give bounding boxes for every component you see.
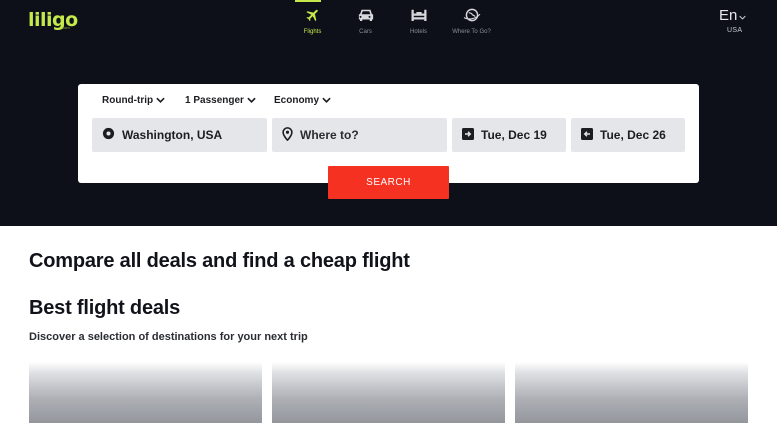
main-nav: Flights Cars Hotels Where To Go? xyxy=(286,0,498,40)
nav-flights[interactable]: Flights xyxy=(286,0,339,40)
nav-where-to-go[interactable]: Where To Go? xyxy=(445,0,498,40)
chevron-down-icon xyxy=(156,95,165,106)
depart-calendar-icon xyxy=(462,127,474,143)
nav-label: Cars xyxy=(359,29,372,35)
plane-icon xyxy=(303,6,323,24)
search-card: Round-trip 1 Passenger Economy Washingto… xyxy=(78,84,699,199)
cabin-dropdown[interactable]: Economy xyxy=(274,95,331,106)
cabin-label: Economy xyxy=(274,95,320,106)
passengers-dropdown[interactable]: 1 Passenger xyxy=(185,95,256,106)
region-label: USA xyxy=(727,27,743,34)
deal-card[interactable] xyxy=(29,362,262,423)
nav-label: Where To Go? xyxy=(452,29,491,35)
deals-title: Best flight deals xyxy=(29,297,181,319)
destination-field[interactable]: Where to? xyxy=(272,118,447,152)
origin-dot-icon xyxy=(102,127,115,143)
location-pin-icon xyxy=(282,126,293,144)
nav-cars[interactable]: Cars xyxy=(339,0,392,40)
chevron-down-icon xyxy=(739,7,747,24)
return-date-field[interactable]: Tue, Dec 26 xyxy=(571,118,685,152)
nav-label: Hotels xyxy=(409,29,427,35)
destination-placeholder: Where to? xyxy=(300,128,359,142)
nav-label: Flights xyxy=(303,29,322,35)
language-label: En xyxy=(719,7,738,24)
car-icon xyxy=(356,6,376,24)
logo[interactable]: liligo xyxy=(28,9,78,31)
origin-field[interactable]: Washington, USA xyxy=(92,118,267,152)
depart-date-value: Tue, Dec 19 xyxy=(481,128,547,142)
chevron-down-icon xyxy=(247,95,256,106)
nav-hotels[interactable]: Hotels xyxy=(392,0,445,40)
hero-section: liligo .com Flights Cars Hotels Where To… xyxy=(0,0,777,226)
logo-domain: .com xyxy=(61,25,70,30)
search-button[interactable]: SEARCH xyxy=(328,166,449,199)
deals-subtitle: Discover a selection of destinations for… xyxy=(29,331,308,343)
globe-icon xyxy=(462,6,482,24)
chevron-down-icon xyxy=(322,95,331,106)
passengers-label: 1 Passenger xyxy=(185,95,244,106)
deal-card[interactable] xyxy=(515,362,748,423)
return-calendar-icon xyxy=(581,127,593,143)
trip-type-label: Round-trip xyxy=(102,95,154,106)
bed-icon xyxy=(409,6,429,24)
return-date-value: Tue, Dec 26 xyxy=(600,128,666,142)
deal-card[interactable] xyxy=(272,362,505,423)
page-headline: Compare all deals and find a cheap fligh… xyxy=(29,250,410,272)
depart-date-field[interactable]: Tue, Dec 19 xyxy=(452,118,566,152)
language-selector[interactable]: En xyxy=(719,7,747,24)
origin-value: Washington, USA xyxy=(122,128,223,142)
trip-type-dropdown[interactable]: Round-trip xyxy=(102,95,165,106)
